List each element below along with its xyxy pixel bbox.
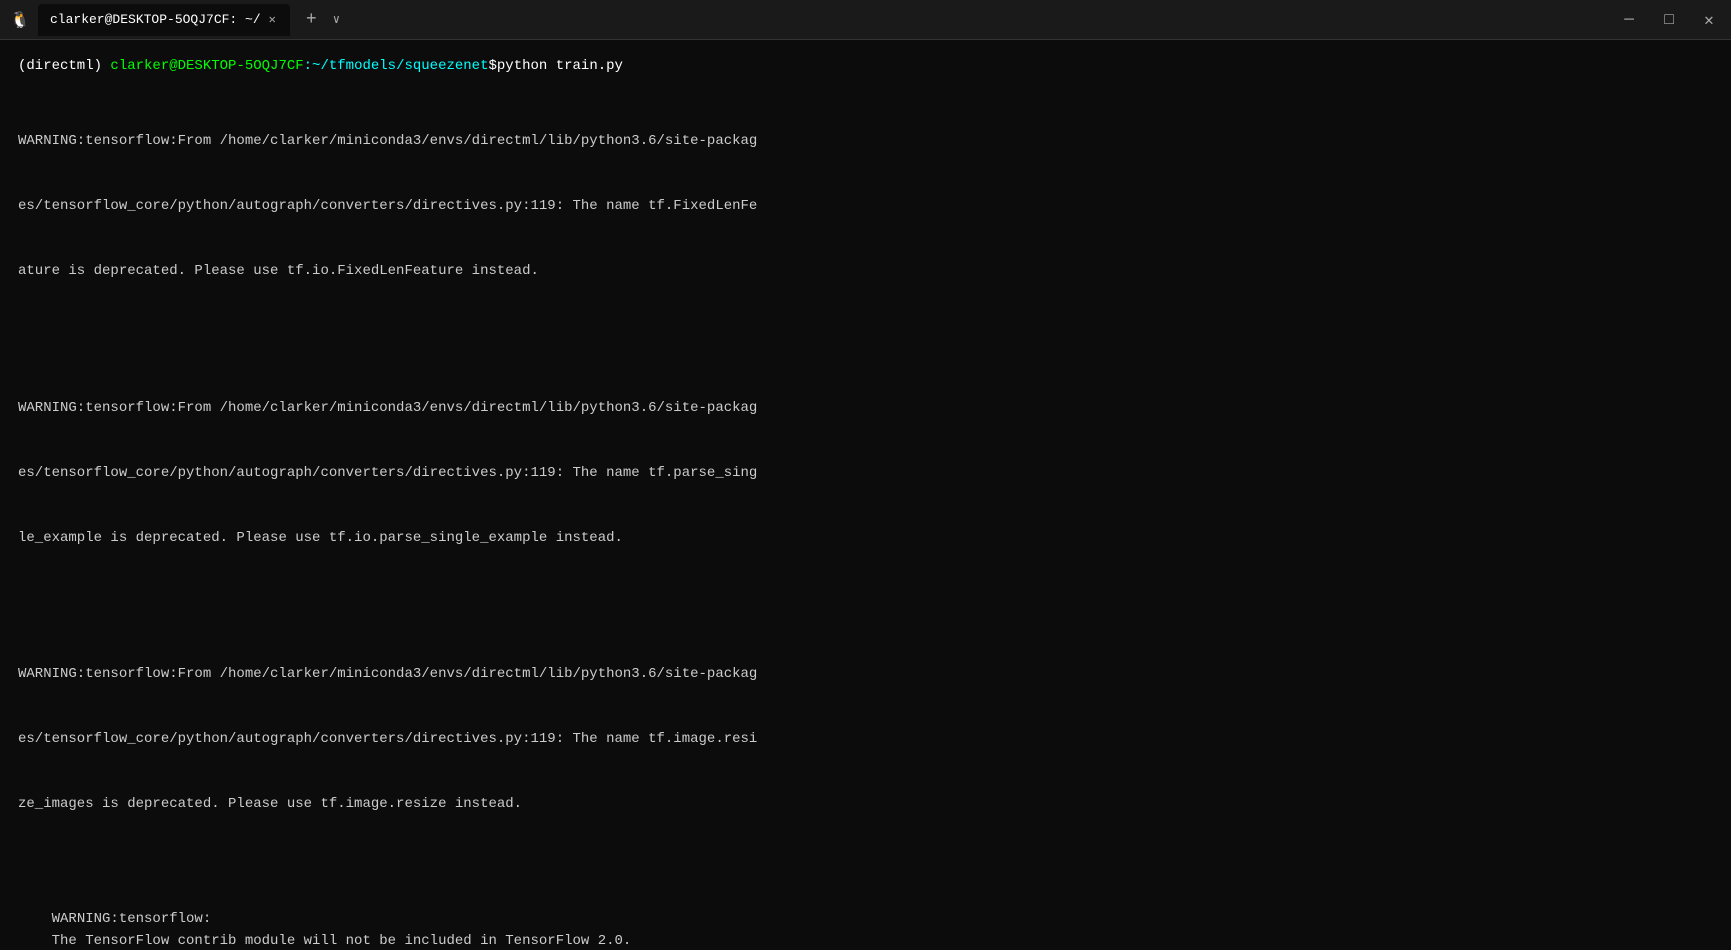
titlebar: 🐧 clarker@DESKTOP-5OQJ7CF: ~/ ✕ + ∨ ─ □ … — [0, 0, 1731, 40]
command-text: python train.py — [497, 56, 623, 78]
dollar-sign: $ — [489, 56, 497, 78]
new-tab-button[interactable]: + — [298, 10, 325, 30]
spacer-3 — [18, 859, 1713, 877]
titlebar-right: ─ □ ✕ — [1617, 8, 1721, 32]
warning3-line2: es/tensorflow_core/python/autograph/conv… — [18, 729, 1713, 751]
user-host: clarker@DESKTOP-5OQJ7CF — [110, 56, 303, 78]
close-window-button[interactable]: ✕ — [1697, 8, 1721, 32]
maximize-button[interactable]: □ — [1657, 8, 1681, 32]
warning2-line3: le_example is deprecated. Please use tf.… — [18, 528, 1713, 550]
warning2-line2: es/tensorflow_core/python/autograph/conv… — [18, 463, 1713, 485]
warning-block-2: WARNING:tensorflow:From /home/clarker/mi… — [18, 354, 1713, 593]
terminal-path: :~/tfmodels/squeezenet — [304, 56, 489, 78]
contrib-block: WARNING:tensorflow: The TensorFlow contr… — [18, 887, 1713, 950]
warning3-line3: ze_images is deprecated. Please use tf.i… — [18, 794, 1713, 816]
terminal-tab[interactable]: clarker@DESKTOP-5OQJ7CF: ~/ ✕ — [38, 4, 290, 36]
warning4-line2: The TensorFlow contrib module will not b… — [52, 933, 632, 949]
warning-block-3: WARNING:tensorflow:From /home/clarker/mi… — [18, 621, 1713, 860]
minimize-button[interactable]: ─ — [1617, 8, 1641, 32]
spacer-1 — [18, 326, 1713, 344]
tab-dropdown-button[interactable]: ∨ — [333, 12, 340, 27]
env-name: (directml) — [18, 56, 102, 78]
tab-close-button[interactable]: ✕ — [267, 12, 278, 27]
tab-label: clarker@DESKTOP-5OQJ7CF: ~/ — [50, 12, 261, 27]
warning-block-1: WARNING:tensorflow:From /home/clarker/mi… — [18, 88, 1713, 327]
titlebar-left: 🐧 clarker@DESKTOP-5OQJ7CF: ~/ ✕ + ∨ — [10, 4, 1609, 36]
warning1-line1: WARNING:tensorflow:From /home/clarker/mi… — [18, 131, 1713, 153]
warning4-line1: WARNING:tensorflow: — [52, 911, 212, 927]
warning2-line1: WARNING:tensorflow:From /home/clarker/mi… — [18, 398, 1713, 420]
linux-icon: 🐧 — [10, 10, 30, 30]
terminal-body[interactable]: (directml) clarker@DESKTOP-5OQJ7CF :~/tf… — [0, 40, 1731, 950]
prompt-line: (directml) clarker@DESKTOP-5OQJ7CF :~/tf… — [18, 56, 1713, 78]
warning1-line3: ature is deprecated. Please use tf.io.Fi… — [18, 261, 1713, 283]
warning1-line2: es/tensorflow_core/python/autograph/conv… — [18, 196, 1713, 218]
spacer-2 — [18, 593, 1713, 611]
warning3-line1: WARNING:tensorflow:From /home/clarker/mi… — [18, 664, 1713, 686]
